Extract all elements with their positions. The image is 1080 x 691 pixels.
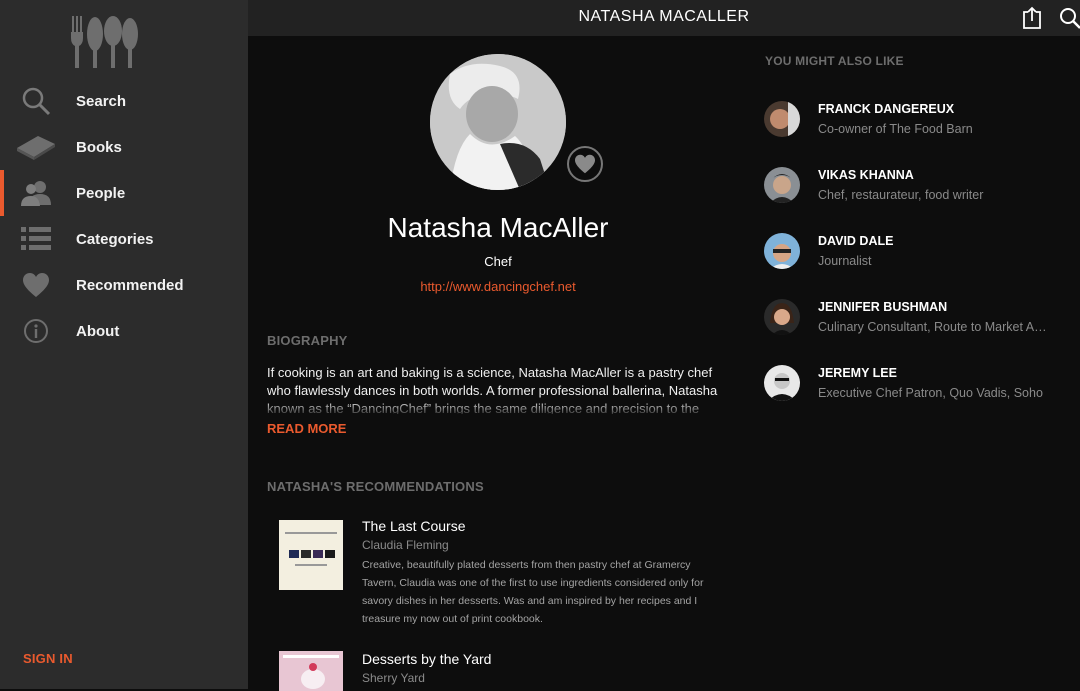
list-item[interactable]: JENNIFER BUSHMAN Culinary Consultant, Ro…	[764, 299, 1064, 349]
person-role: Chef	[484, 254, 512, 269]
avatar	[430, 54, 566, 190]
favorite-heart-icon	[575, 154, 595, 174]
search-icon	[16, 84, 56, 118]
person-description: Culinary Consultant, Route to Market Adv…	[818, 320, 1050, 334]
website-link[interactable]: http://www.dancingchef.net	[248, 279, 748, 294]
person-name: FRANCK DANGEREUX	[818, 102, 955, 116]
biography-fade	[267, 400, 727, 416]
sidebar-item-recommended[interactable]: Recommended	[0, 262, 248, 308]
list-item[interactable]: DAVID DALE Journalist	[764, 233, 1064, 283]
sidebar-item-people[interactable]: People	[0, 170, 248, 216]
sidebar-item-label: Categories	[76, 230, 154, 248]
book-description: Creative, beautifully plated desserts fr…	[362, 559, 704, 625]
top-bar: NATASHA MACALLER	[248, 0, 1080, 36]
avatar	[764, 365, 800, 401]
avatar	[764, 101, 800, 137]
avatar	[764, 167, 800, 203]
list-item[interactable]: The Last Course Claudia Fleming Creative…	[279, 518, 729, 628]
person-description: Journalist	[818, 254, 872, 268]
sidebar-item-label: Recommended	[76, 276, 184, 294]
sidebar-item-label: About	[76, 322, 120, 340]
sidebar-item-books[interactable]: Books	[0, 124, 248, 170]
person-name: Natasha MacAller	[387, 212, 609, 243]
page-title: NATASHA MACALLER	[578, 8, 750, 25]
list-item[interactable]: VIKAS KHANNA Chef, restaurateur, food wr…	[764, 167, 1064, 217]
sidebar-item-categories[interactable]: Categories	[0, 216, 248, 262]
profile-main: Natasha MacAller Chef http://www.dancing…	[248, 36, 748, 691]
share-icon[interactable]	[1020, 6, 1044, 30]
person-name: VIKAS KHANNA	[818, 168, 914, 182]
sidebar-item-about[interactable]: About	[0, 308, 248, 354]
list-item[interactable]: JEREMY LEE Executive Chef Patron, Quo Va…	[764, 365, 1064, 415]
also-like-heading: YOU MIGHT ALSO LIKE	[765, 54, 904, 68]
sidebar-item-label: Books	[76, 138, 122, 156]
person-name: DAVID DALE	[818, 234, 894, 248]
recommendations-heading: NATASHA'S RECOMMENDATIONS	[267, 479, 484, 494]
people-icon	[16, 176, 56, 210]
utensils-logo-icon	[71, 16, 138, 68]
sidebar-item-label: Search	[76, 92, 127, 110]
search-icon[interactable]	[1058, 6, 1080, 30]
info-icon	[16, 314, 56, 348]
person-name: JENNIFER BUSHMAN	[818, 300, 948, 314]
list-item[interactable]: FRANCK DANGEREUX Co-owner of The Food Ba…	[764, 101, 1064, 151]
person-description: Co-owner of The Food Barn	[818, 122, 973, 136]
sidebar: Search Books People Categories Recommend…	[0, 0, 248, 689]
avatar	[764, 299, 800, 335]
read-more-button[interactable]: READ MORE	[267, 421, 346, 436]
person-description: Executive Chef Patron, Quo Vadis, Soho	[818, 386, 1043, 400]
avatar	[764, 233, 800, 269]
sidebar-item-search[interactable]: Search	[0, 78, 248, 124]
biography-heading: BIOGRAPHY	[267, 333, 348, 348]
book-author: Claudia Fleming	[362, 538, 449, 552]
book-icon	[16, 130, 56, 164]
list-icon	[16, 222, 56, 256]
person-name: JEREMY LEE	[818, 366, 897, 380]
sign-in-button[interactable]: SIGN IN	[23, 651, 73, 666]
heart-icon	[16, 268, 56, 302]
book-cover	[279, 520, 343, 590]
favorite-button[interactable]	[567, 146, 603, 182]
book-title: Desserts by the Yard	[362, 651, 492, 667]
list-item[interactable]: Desserts by the Yard Sherry Yard	[279, 651, 729, 691]
person-description: Chef, restaurateur, food writer	[818, 188, 984, 202]
book-title: The Last Course	[362, 518, 466, 534]
book-author: Sherry Yard	[362, 671, 425, 685]
sidebar-item-label: People	[76, 184, 126, 202]
book-cover	[279, 651, 343, 691]
